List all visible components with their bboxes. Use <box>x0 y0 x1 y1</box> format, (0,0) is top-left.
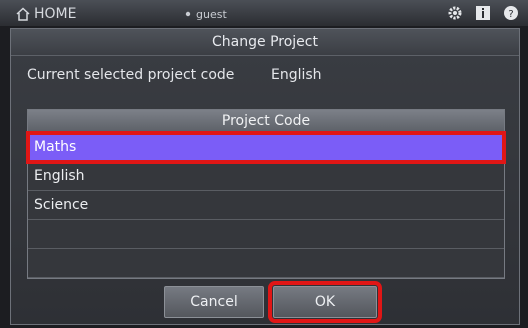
home-icon <box>16 7 30 21</box>
project-row-science[interactable]: Science <box>28 191 504 220</box>
help-icon: ? <box>504 6 518 20</box>
settings-button[interactable] <box>446 4 464 22</box>
user-indicator: guest <box>184 8 227 21</box>
user-label: guest <box>196 8 227 21</box>
home-button[interactable]: HOME <box>16 6 76 22</box>
current-project-label: Current selected project code <box>27 67 235 83</box>
info-button[interactable] <box>474 4 492 22</box>
top-bar: HOME guest ? <box>0 0 528 26</box>
project-code-table: Project Code Maths English Science <box>26 109 506 279</box>
ok-button[interactable]: OK <box>268 281 382 323</box>
home-label: HOME <box>34 6 77 22</box>
project-row-maths[interactable]: Maths <box>26 131 506 164</box>
table-header: Project Code <box>28 110 504 133</box>
current-project-value: English <box>271 67 322 83</box>
project-row-empty[interactable] <box>28 249 504 278</box>
dialog-buttons: Cancel OK <box>11 281 519 324</box>
svg-text:?: ? <box>508 9 513 20</box>
cancel-button[interactable]: Cancel <box>164 286 264 318</box>
gear-icon <box>448 6 462 20</box>
info-icon <box>476 6 490 20</box>
project-row-english[interactable]: English <box>28 162 504 191</box>
user-icon <box>185 11 191 16</box>
project-row-empty[interactable] <box>28 220 504 249</box>
dialog-title: Change Project <box>11 29 519 56</box>
current-project-row: Current selected project code English <box>27 67 487 87</box>
change-project-dialog: Change Project Current selected project … <box>10 28 520 325</box>
help-button[interactable]: ? <box>502 4 520 22</box>
